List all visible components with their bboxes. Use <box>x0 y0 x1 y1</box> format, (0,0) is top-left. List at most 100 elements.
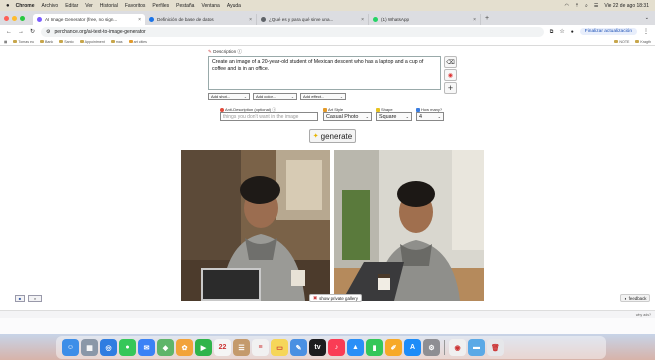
generate-button[interactable]: ✦ generate <box>309 129 356 143</box>
menu-favoritos[interactable]: Favoritos <box>125 3 146 9</box>
apps-grid-icon[interactable]: ▦ <box>4 40 7 44</box>
bookmark-item[interactable]: Bank <box>40 40 53 44</box>
bookmark-item[interactable]: Kragth <box>635 40 651 44</box>
facetime-icon[interactable]: ▶ <box>195 339 212 356</box>
tab-title: Definición de base de datos <box>157 17 214 22</box>
menu-ver[interactable]: Ver <box>85 3 93 9</box>
maximize-window-icon[interactable] <box>20 15 25 21</box>
app-store-icon[interactable]: A <box>404 339 421 356</box>
tab-que-es[interactable]: ¿Qué es y para qué sirve una... × <box>257 14 369 25</box>
menu-archivo[interactable]: Archivo <box>42 3 59 9</box>
datetime[interactable]: Vie 22 de ago 18:31 <box>604 3 649 9</box>
feedback-button[interactable]: ◗ feedback <box>620 294 651 302</box>
color-select[interactable]: Add color... ⌄ <box>253 93 297 100</box>
reminders-icon[interactable]: ≡ <box>252 339 269 356</box>
ad-area <box>0 318 655 334</box>
forward-icon[interactable]: → <box>18 29 24 35</box>
apple-menu-icon[interactable]: ● <box>6 3 10 9</box>
screen-record-icon[interactable]: ◠ <box>564 3 568 9</box>
site-info-icon[interactable]: ⚙ <box>46 29 50 35</box>
close-tab-icon[interactable]: × <box>361 17 364 23</box>
download-icon[interactable]: ⇡ <box>575 3 579 9</box>
keynote-icon[interactable]: ▲ <box>347 339 364 356</box>
tab-whatsapp[interactable]: (1) WhatsApp × <box>369 14 481 25</box>
generated-image-1[interactable] <box>181 150 330 301</box>
menu-ventana[interactable]: Ventana <box>201 3 219 9</box>
bookmark-star-icon[interactable]: ☆ <box>559 28 564 35</box>
menu-perfiles[interactable]: Perfiles <box>152 3 169 9</box>
mail-icon[interactable]: ✉ <box>138 339 155 356</box>
tab-strip: AI Image Generator (free, no sign... × D… <box>0 11 655 25</box>
update-button[interactable]: Finalizar actualización <box>579 28 637 35</box>
new-tab-icon[interactable]: + <box>485 15 489 22</box>
close-tab-icon[interactable]: × <box>249 17 252 23</box>
finder-icon[interactable]: ☺ <box>62 339 79 356</box>
chrome-icon[interactable]: ◉ <box>449 339 466 356</box>
bookmark-item[interactable]: Santo <box>59 40 74 44</box>
add-prompt-button[interactable]: + <box>444 82 457 94</box>
bookmark-item[interactable]: art cities <box>128 40 147 44</box>
how-many-select[interactable]: 4 ⌄ <box>416 112 444 121</box>
notes-icon[interactable]: ▭ <box>271 339 288 356</box>
generated-image-2[interactable] <box>334 150 484 301</box>
description-textarea[interactable]: Create an image of a 20-year-old student… <box>208 56 441 90</box>
bookmark-item[interactable]: Appointment <box>79 40 105 44</box>
art-style-select[interactable]: Casual Photo ⌄ <box>323 112 372 121</box>
menu-historial[interactable]: Historial <box>100 3 118 9</box>
shape-select[interactable]: Square ⌄ <box>376 112 412 121</box>
show-private-gallery-button[interactable]: ▣ show private gallery <box>309 294 362 302</box>
url-text: perchance.org/ai-text-to-image-generator <box>54 28 146 35</box>
random-prompt-button[interactable]: ◉ <box>444 69 457 81</box>
pages-icon[interactable]: ✐ <box>385 339 402 356</box>
tab-title: AI Image Generator (free, no sign... <box>45 17 118 22</box>
close-tab-icon[interactable]: × <box>138 17 141 23</box>
menu-ayuda[interactable]: Ayuda <box>227 3 241 9</box>
sidebar-toggle-button[interactable]: ■ <box>15 295 25 302</box>
tv-icon[interactable]: tv <box>309 339 326 356</box>
calendar-icon[interactable]: 22 <box>214 339 231 356</box>
freeform-icon[interactable]: ✎ <box>290 339 307 356</box>
trash-icon[interactable]: 🗑 <box>487 339 504 356</box>
tab-ai-image-generator[interactable]: AI Image Generator (free, no sign... × <box>33 14 145 25</box>
effect-select[interactable]: Add effect... ⌄ <box>300 93 346 100</box>
contacts-icon[interactable]: ☰ <box>233 339 250 356</box>
profile-icon[interactable]: ● <box>571 29 574 35</box>
system-settings-icon[interactable]: ⚙ <box>423 339 440 356</box>
bookmark-item[interactable]: NOTE <box>614 40 629 44</box>
spotlight-icon[interactable]: ⌕ <box>585 3 588 9</box>
menu-pestana[interactable]: Pestaña <box>176 3 194 9</box>
panel-icon: ■ <box>18 296 22 301</box>
photo-student-laptop <box>181 150 330 301</box>
url-field[interactable]: ⚙ perchance.org/ai-text-to-image-generat… <box>41 26 544 37</box>
anti-description-input[interactable]: things you don't want in the image <box>220 112 318 121</box>
menu-editar[interactable]: Editar <box>65 3 78 9</box>
messages-icon[interactable]: ● <box>119 339 136 356</box>
page-content: ✎ Description ⓘ Create an image of a 20-… <box>0 46 655 310</box>
close-tab-icon[interactable]: × <box>473 17 476 23</box>
control-center-icon[interactable]: ☰ <box>594 3 598 9</box>
dock-separator <box>444 340 445 355</box>
minimize-window-icon[interactable] <box>12 15 17 21</box>
close-panel-button[interactable]: × <box>28 295 42 302</box>
close-window-icon[interactable] <box>4 15 9 21</box>
folder-icon[interactable]: ▬ <box>468 339 485 356</box>
numbers-icon[interactable]: ▮ <box>366 339 383 356</box>
translate-icon[interactable]: ⧉ <box>550 29 554 35</box>
reload-icon[interactable]: ↻ <box>30 28 35 35</box>
back-icon[interactable]: ← <box>6 29 12 35</box>
tab-definicion[interactable]: Definición de base de datos × <box>145 14 257 25</box>
shot-select[interactable]: Add shot... ⌄ <box>208 93 250 100</box>
music-icon[interactable]: ♪ <box>328 339 345 356</box>
more-menu-icon[interactable]: ⋮ <box>643 28 649 35</box>
bookmark-item[interactable]: Tomas eu <box>13 40 34 44</box>
tab-search-chevron-icon[interactable]: ⌄ <box>645 15 649 21</box>
photos-icon[interactable]: ✿ <box>176 339 193 356</box>
edit-description-button[interactable]: ⌫ <box>444 56 457 68</box>
bookmark-item[interactable]: mas <box>110 40 123 44</box>
launchpad-icon[interactable]: ▦ <box>81 339 98 356</box>
globe-favicon-icon <box>261 17 266 22</box>
safari-icon[interactable]: ◎ <box>100 339 117 356</box>
why-ads-link[interactable]: why ads? <box>636 313 651 317</box>
maps-icon[interactable]: ◆ <box>157 339 174 356</box>
menu-chrome[interactable]: Chrome <box>16 3 35 9</box>
